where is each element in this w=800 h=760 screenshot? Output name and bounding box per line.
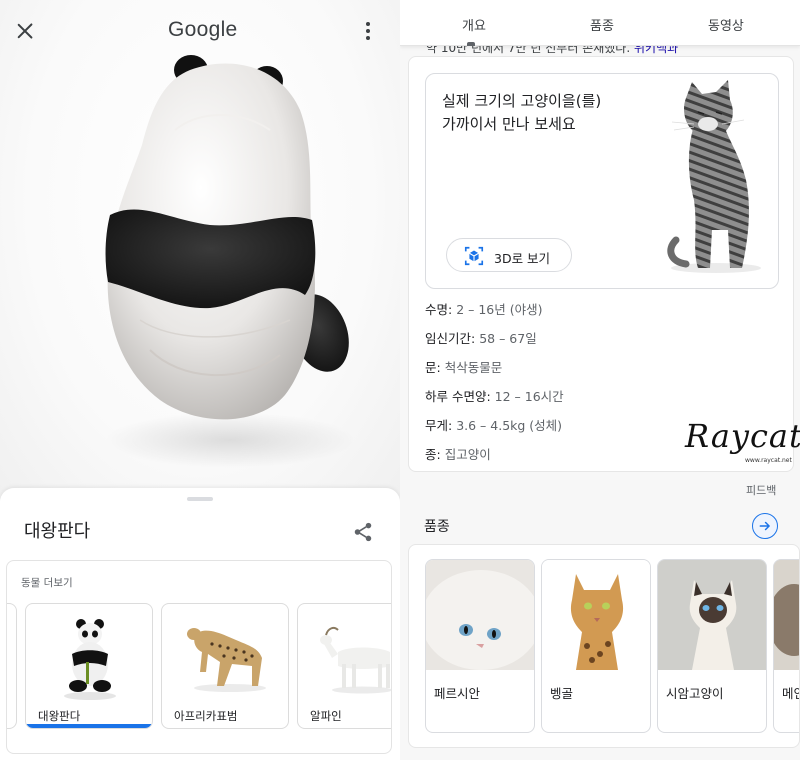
tab-breeds[interactable]: 품종 <box>590 15 614 34</box>
viewer-top-bar: Google <box>0 0 400 62</box>
fact-row: 하루 수면양: 12 – 16시간 <box>425 389 564 404</box>
fact-value: 58 – 67일 <box>479 331 537 346</box>
siamese-image <box>658 560 766 670</box>
watermark: Raycat www.raycat.net <box>685 417 800 464</box>
breed-label: 벵골 <box>550 686 574 701</box>
animal-thumb-leopard[interactable]: 아프리카표범 <box>161 603 289 729</box>
fact-row: 임신기간: 58 – 67일 <box>425 331 537 346</box>
view-in-3d-heading: 실제 크기의 고양이을(를) 가까이서 만나 보세요 <box>442 92 602 133</box>
breed-label: 페르시안 <box>434 686 481 701</box>
more-animals-title: 동물 더보기 <box>21 577 73 589</box>
breed-card-bengal[interactable]: 벵골 <box>541 559 651 733</box>
bottom-sheet: 대왕판다 동물 더보기 대왕판다 아프리카표범 알파인 <box>0 488 400 760</box>
fact-key[interactable]: 무게 <box>425 418 448 433</box>
panda-3d-model[interactable] <box>80 50 360 470</box>
info-card: 실제 크기의 고양이을(를) 가까이서 만나 보세요 3D로 보기 수명: 2 … <box>408 56 800 472</box>
ar-viewer-panel: Google 대왕판다 동물 더보기 대왕판다 아프리카표범 알파인 <box>0 0 400 760</box>
close-icon[interactable] <box>14 20 36 42</box>
tab-overview[interactable]: 개요 <box>462 15 486 34</box>
breeds-more-button[interactable] <box>752 513 778 539</box>
fact-row: 수명: 2 – 16년 (야생) <box>425 302 543 317</box>
breeds-heading: 품종 <box>424 519 450 535</box>
arrow-forward-icon <box>759 521 770 531</box>
more-vert-icon[interactable] <box>362 21 374 41</box>
selected-indicator <box>26 724 152 728</box>
watermark-text: Raycat <box>685 417 800 455</box>
more-animals-card: 동물 더보기 대왕판다 아프리카표범 알파인 <box>6 560 392 754</box>
fact-row: 종: 집고양이 <box>425 447 491 462</box>
view-in-3d-label: 3D로 보기 <box>494 251 551 266</box>
breed-card-persian[interactable]: 페르시안 <box>425 559 535 733</box>
animal-thumb-panda[interactable]: 대왕판다 <box>25 603 153 729</box>
fact-key[interactable]: 하루 수면양 <box>425 389 486 404</box>
breed-card-maine-coon[interactable]: 메인 <box>773 559 799 733</box>
breed-label: 시암고양이 <box>666 686 724 701</box>
fact-value[interactable]: 집고양이 <box>445 447 491 462</box>
tab-videos[interactable]: 동영상 <box>708 15 744 34</box>
leopard-thumbnail <box>187 628 266 692</box>
animal-thumb-label: 알파인 <box>310 709 342 723</box>
maine-coon-image <box>774 560 799 670</box>
view-in-3d-button[interactable]: 3D로 보기 <box>446 238 572 272</box>
share-icon[interactable] <box>352 521 374 543</box>
bengal-image <box>542 560 650 670</box>
drag-handle[interactable] <box>187 497 213 501</box>
fact-key[interactable]: 종 <box>425 447 437 462</box>
animal-thumb-alpine-goat[interactable]: 알파인 <box>297 603 391 729</box>
watermark-url: www.raycat.net <box>745 457 792 464</box>
view-in-3d-card[interactable]: 실제 크기의 고양이을(를) 가까이서 만나 보세요 3D로 보기 <box>425 73 779 289</box>
animal-thumb-label: 아프리카표범 <box>174 709 238 723</box>
breed-label: 메인 <box>782 686 799 701</box>
panda-thumbnail <box>64 619 116 700</box>
goat-thumbnail <box>320 626 391 694</box>
fact-value: 2 – 16년 (야생) <box>456 302 543 317</box>
knowledge-panel: 개요 품종 동영상 약 10만 년에서 7만 년 전부터 존재했다. 위키백과 … <box>400 0 800 760</box>
breed-card-siamese[interactable]: 시암고양이 <box>657 559 767 733</box>
cube-3d-icon <box>464 246 484 266</box>
feedback-link[interactable]: 피드백 <box>746 482 776 498</box>
fact-key[interactable]: 문 <box>425 360 437 375</box>
fact-key[interactable]: 수명 <box>425 302 448 317</box>
breeds-carousel: 페르시안 벵골 시암고양이 메 <box>408 544 800 748</box>
animal-thumb-label: 대왕판다 <box>38 709 81 723</box>
cat-3d-preview <box>667 80 761 273</box>
active-tab-indicator <box>467 42 475 46</box>
fact-value: 3.6 – 4.5kg (성체) <box>456 418 563 433</box>
fact-value[interactable]: 척삭동물문 <box>445 360 503 375</box>
ar-stage[interactable] <box>0 0 400 500</box>
tab-bar: 개요 품종 동영상 <box>400 0 800 46</box>
fact-key[interactable]: 임신기간 <box>425 331 471 346</box>
persian-image <box>426 560 534 670</box>
animal-thumb-previous[interactable] <box>7 603 17 729</box>
fact-row: 문: 척삭동물문 <box>425 360 503 375</box>
fact-value: 12 – 16시간 <box>494 389 564 404</box>
google-logo: Google <box>168 18 238 41</box>
fact-row: 무게: 3.6 – 4.5kg (성체) <box>425 418 563 433</box>
animal-title: 대왕판다 <box>24 521 91 542</box>
